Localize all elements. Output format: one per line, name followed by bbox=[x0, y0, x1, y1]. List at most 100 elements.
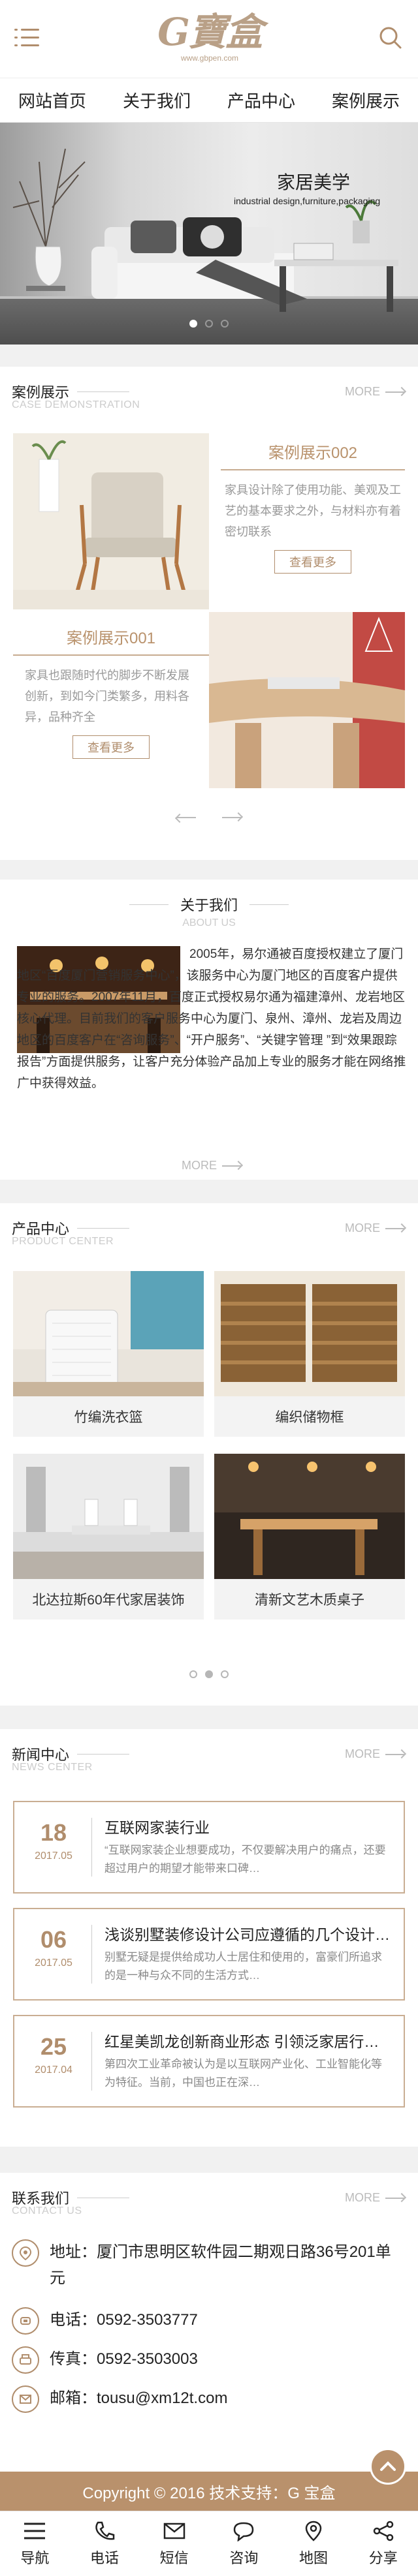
banner-carousel[interactable]: 家居美学 industrial design,furniture,packagi… bbox=[0, 123, 418, 345]
header: G寶盒 www.gbpen.com bbox=[0, 0, 418, 78]
news-item[interactable]: 25 2017.04 红星美凯龙创新商业形态 引领泛家居行业发展 第四次工业革命… bbox=[13, 2015, 405, 2108]
search-button[interactable] bbox=[378, 25, 404, 51]
back-to-top-button[interactable] bbox=[370, 2448, 406, 2485]
news-divider bbox=[91, 1925, 92, 1984]
toolbar-nav[interactable]: 导航 bbox=[0, 2511, 70, 2576]
toolbar-sms[interactable]: 短信 bbox=[139, 2511, 209, 2576]
mail-icon bbox=[163, 2522, 185, 2539]
news-year-month: 2017.04 bbox=[35, 2064, 72, 2076]
case-title: 案例展示002 bbox=[268, 444, 358, 462]
email-icon bbox=[12, 2385, 39, 2413]
nav-about[interactable]: 关于我们 bbox=[104, 78, 209, 122]
nav-products[interactable]: 产品中心 bbox=[209, 78, 314, 122]
chair-image bbox=[13, 433, 209, 609]
about-section: 关于我们 ABOUT US 2005年，易尔通被百度授权建立了厦门地区“百度厦门… bbox=[0, 880, 418, 1180]
cases-header: 案例展示 CASE DEMONSTRATION MORE bbox=[0, 367, 418, 415]
case-more-button[interactable]: 查看更多 bbox=[72, 735, 150, 759]
toolbar-phone[interactable]: 电话 bbox=[70, 2511, 140, 2576]
product-name: 北达拉斯60年代家居装饰 bbox=[13, 1579, 204, 1619]
case-item-001: 案例展示001 家具也跟随时代的脚步不断发展创新，到如今门类繁多，用料各异，品种… bbox=[13, 625, 209, 759]
product-page-dot[interactable] bbox=[205, 1670, 213, 1678]
news-date: 25 2017.04 bbox=[27, 2033, 80, 2076]
divider bbox=[0, 1180, 418, 1203]
product-card[interactable]: 编织储物框 bbox=[214, 1271, 405, 1437]
copyright-text: Copyright © 2016 技术支持：G 宝盒 bbox=[82, 2484, 336, 2502]
nav-cases[interactable]: 案例展示 bbox=[314, 78, 418, 122]
about-more-link[interactable]: MORE bbox=[182, 1159, 242, 1173]
share-icon bbox=[373, 2521, 393, 2541]
news-more-link[interactable]: MORE bbox=[345, 1747, 405, 1761]
product-name: 清新文艺木质桌子 bbox=[214, 1579, 405, 1619]
product-image bbox=[13, 1454, 204, 1579]
storage-basket-image bbox=[214, 1271, 405, 1396]
news-subtitle: NEWS CENTER bbox=[12, 1762, 93, 1773]
case-image-chair[interactable] bbox=[13, 433, 209, 609]
logo[interactable]: G寶盒 www.gbpen.com bbox=[148, 7, 272, 72]
banner-pagination bbox=[0, 320, 418, 328]
toolbar-label: 电话 bbox=[90, 2549, 120, 2566]
toolbar-map[interactable]: 地图 bbox=[279, 2511, 349, 2576]
news-title-line bbox=[77, 1754, 129, 1755]
products-pagination bbox=[0, 1670, 418, 1678]
products-subtitle: PRODUCT CENTER bbox=[12, 1236, 114, 1247]
laundry-basket-image bbox=[13, 1271, 204, 1396]
contact-section: 联系我们 CONTACT US MORE 地址：厦门市思明区软件园二期观日路36… bbox=[0, 2173, 418, 2453]
product-card[interactable]: 北达拉斯60年代家居装饰 bbox=[13, 1454, 204, 1619]
toolbar-label: 地图 bbox=[299, 2549, 329, 2566]
news-divider bbox=[91, 1818, 92, 1877]
menu-icon-bar bbox=[21, 44, 39, 46]
arrow-right-icon bbox=[385, 2197, 405, 2199]
product-image bbox=[13, 1271, 204, 1396]
products-more-link[interactable]: MORE bbox=[345, 1221, 405, 1235]
news-day: 25 bbox=[40, 2033, 67, 2060]
product-card[interactable]: 清新文艺木质桌子 bbox=[214, 1454, 405, 1619]
product-page-dot[interactable] bbox=[221, 1670, 229, 1678]
menu-button[interactable] bbox=[14, 27, 40, 48]
contact-email[interactable]: 邮箱：tousu@xm12t.com bbox=[12, 2385, 406, 2413]
news-item[interactable]: 06 2017.05 浅谈别墅装修设计公司应遵循的几个设计原则 别墅无疑是提供给… bbox=[13, 1908, 405, 2001]
arrow-right-icon bbox=[385, 391, 405, 393]
news-desc: 第四次工业革命被认为是以互联网产业化、工业智能化等为特征。当前，中国也正在深… bbox=[104, 2058, 382, 2089]
contact-more-link[interactable]: MORE bbox=[345, 2191, 405, 2205]
menu-icon-dot bbox=[14, 37, 18, 38]
menu-icon-dot bbox=[14, 44, 18, 46]
product-card[interactable]: 竹编洗衣篮 bbox=[13, 1271, 204, 1437]
more-label: MORE bbox=[182, 1159, 217, 1172]
product-page-dot[interactable] bbox=[189, 1670, 197, 1678]
toolbar-consult[interactable]: 咨询 bbox=[209, 2511, 279, 2576]
arrow-right-icon[interactable] bbox=[222, 817, 242, 818]
contact-subtitle: CONTACT US bbox=[12, 2205, 82, 2216]
cases-title-line bbox=[77, 391, 129, 392]
products-header: 产品中心 PRODUCT CENTER MORE bbox=[0, 1203, 418, 1251]
case-image-table[interactable] bbox=[209, 612, 405, 788]
banner-image bbox=[12, 148, 398, 312]
banner-dot[interactable] bbox=[205, 320, 213, 328]
phone-icon bbox=[95, 2521, 115, 2540]
toolbar-label: 导航 bbox=[20, 2549, 50, 2566]
contact-phone[interactable]: 电话：0592-3503777 bbox=[12, 2307, 406, 2335]
banner-dot[interactable] bbox=[221, 320, 229, 328]
product-grid: 竹编洗衣篮 编织储物框 北达拉斯60年代家居装饰 清新文艺木质桌子 bbox=[0, 1271, 418, 1619]
news-item[interactable]: 18 2017.05 互联网家装行业 “互联网家装企业想要成功，不仅要解决用户的… bbox=[13, 1801, 405, 1894]
chevron-up-icon bbox=[380, 2461, 396, 2471]
contact-phone-text: 电话：0592-3503777 bbox=[50, 2311, 198, 2329]
arrow-right-icon bbox=[385, 1227, 405, 1229]
nav-home[interactable]: 网站首页 bbox=[0, 78, 104, 122]
cases-more-link[interactable]: MORE bbox=[345, 385, 405, 399]
case-more-button[interactable]: 查看更多 bbox=[274, 550, 351, 574]
news-title: 互联网家装行业 bbox=[104, 1819, 210, 1836]
contact-email-text: 邮箱：tousu@xm12t.com bbox=[50, 2389, 228, 2407]
about-header: 关于我们 ABOUT US bbox=[0, 894, 418, 929]
contact-address-text: 地址：厦门市思明区软件园二期观日路36号201单元 bbox=[50, 2243, 391, 2287]
about-title: 关于我们 bbox=[180, 897, 238, 913]
news-date: 06 2017.05 bbox=[27, 1926, 80, 1969]
bottom-toolbar: 导航 电话 短信 咨询 地图 分享 bbox=[0, 2511, 418, 2576]
contact-fax-text: 传真：0592-3503003 bbox=[50, 2350, 198, 2368]
banner-dot[interactable] bbox=[189, 320, 197, 328]
news-year-month: 2017.05 bbox=[35, 1850, 72, 1862]
arrow-right-icon bbox=[385, 1753, 405, 1755]
toolbar-share[interactable]: 分享 bbox=[348, 2511, 418, 2576]
more-label: MORE bbox=[345, 385, 380, 398]
arrow-left-icon[interactable] bbox=[176, 817, 196, 818]
case-desc: 家具设计除了使用功能、美观及工艺的基本要求之外，与材料亦有着密切联系 bbox=[225, 483, 401, 538]
